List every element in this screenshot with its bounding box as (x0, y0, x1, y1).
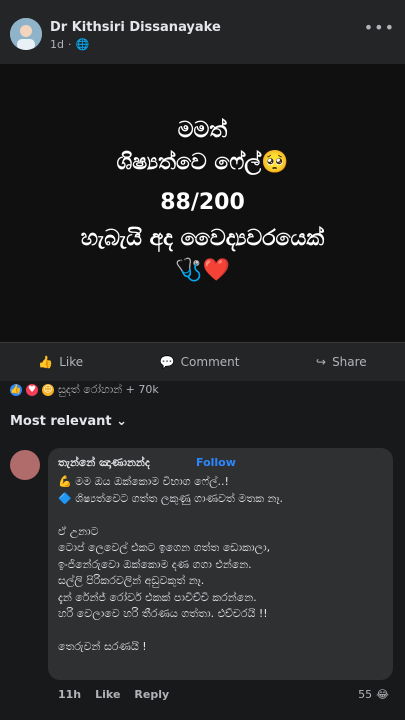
comment-line: 💪 මම ඔය ඔක්කොම විභාග ෆේල්..! (58, 475, 229, 488)
comment-line: දැන් රේන්ජ් රෝවර් එකක් පාවිච්චි කරන්නෙ. (58, 590, 257, 604)
follow-link[interactable]: Follow (196, 456, 236, 469)
chevron-down-icon: ⌄ (116, 414, 127, 429)
share-button[interactable]: ↪ Share (316, 355, 367, 369)
avatar-image-icon (10, 18, 42, 50)
comment-body: 💪 මම ඔය ඔක්කොම විභාග ෆේල්..! 🔷 ශිෂ්‍යත්ව… (58, 474, 388, 656)
reactions-summary[interactable]: 👍 ♥ ☺ සුදත් රෝහාන් + 70k (10, 380, 159, 400)
comment-reply-button[interactable]: Reply (134, 688, 169, 701)
commenter-avatar[interactable] (10, 450, 40, 480)
comment-line: ඉංජිනේරුවො ඔක්කොම දණ ගගා එන්නෙ. (58, 557, 252, 571)
post-time[interactable]: 1d (50, 38, 64, 51)
comment-line (58, 623, 388, 640)
comment-line: ටොප් ලෙවෙල් එකට ඉගෙන ගත්ත ඩොකාලා, (58, 541, 271, 554)
comment-line (58, 507, 388, 524)
comment-line: සල්ලි පිරිකරවලින් අඩුවකුත් නෑ. (58, 574, 205, 587)
thumbs-up-icon: 👍 (38, 355, 54, 369)
post-text-line-1: මමත් (177, 118, 228, 143)
reactions-text: සුදත් රෝහාන් + 70k (58, 383, 159, 396)
share-icon: ↪ (316, 355, 327, 369)
haha-reaction-icon: 😂 (376, 688, 389, 701)
post-meta: 1d · 🌐 (50, 38, 89, 51)
comment-time[interactable]: 11h (58, 688, 81, 701)
comment-reactions[interactable]: 55 😂 (358, 688, 389, 701)
comment-button[interactable]: 💬 Comment (160, 355, 240, 369)
like-label: Like (59, 355, 84, 369)
dot-separator: · (67, 38, 72, 51)
author-avatar[interactable] (10, 18, 42, 50)
comment-line: හරි වෙලාවෙ හරි තීරණය ගත්තා. එච්චරයි !! (58, 607, 268, 620)
post-text-line-3: 88/200 (160, 190, 245, 215)
commenter-name[interactable]: තැන්නේ ඤාණානන්ද (58, 456, 150, 470)
more-options-icon[interactable]: ••• (364, 18, 395, 37)
like-button[interactable]: 👍 Like (38, 355, 83, 369)
comment-line: තෙරුවන් සරණයි ! (58, 640, 147, 653)
share-label: Share (332, 355, 367, 369)
comment-line: 🔷 ශිෂ්‍යත්වෙට ගත්ත ලකුණු ගාණවත් මතක නෑ. (58, 491, 284, 505)
comment-filter-dropdown[interactable]: Most relevant ⌄ (10, 414, 127, 429)
reaction-count: 55 (358, 688, 373, 701)
post-author[interactable]: Dr Kithsiri Dissanayake (50, 20, 221, 35)
post-text-line-5: 🩺❤️ (175, 258, 230, 283)
filter-label: Most relevant (10, 414, 112, 429)
comment-label: Comment (180, 355, 240, 369)
globe-icon: 🌐 (75, 38, 90, 51)
post-text-line-4: හැබැයි අද වෛද්‍යවරයෙක් (80, 226, 325, 251)
post-actions: 👍 Like 💬 Comment ↪ Share (0, 342, 405, 381)
post-text-line-2: ශිෂ්‍යත්වෙ ෆේල්🥺 (116, 150, 289, 175)
comment-like-button[interactable]: Like (95, 688, 120, 701)
comment-icon: 💬 (159, 355, 175, 369)
like-reaction-icon: 👍 (10, 384, 22, 396)
love-reaction-icon: ♥ (26, 384, 38, 396)
care-reaction-icon: ☺ (42, 384, 54, 396)
comment-line: ඒ උනාට (58, 524, 99, 538)
comment-footer: 11h Like Reply (58, 688, 169, 701)
